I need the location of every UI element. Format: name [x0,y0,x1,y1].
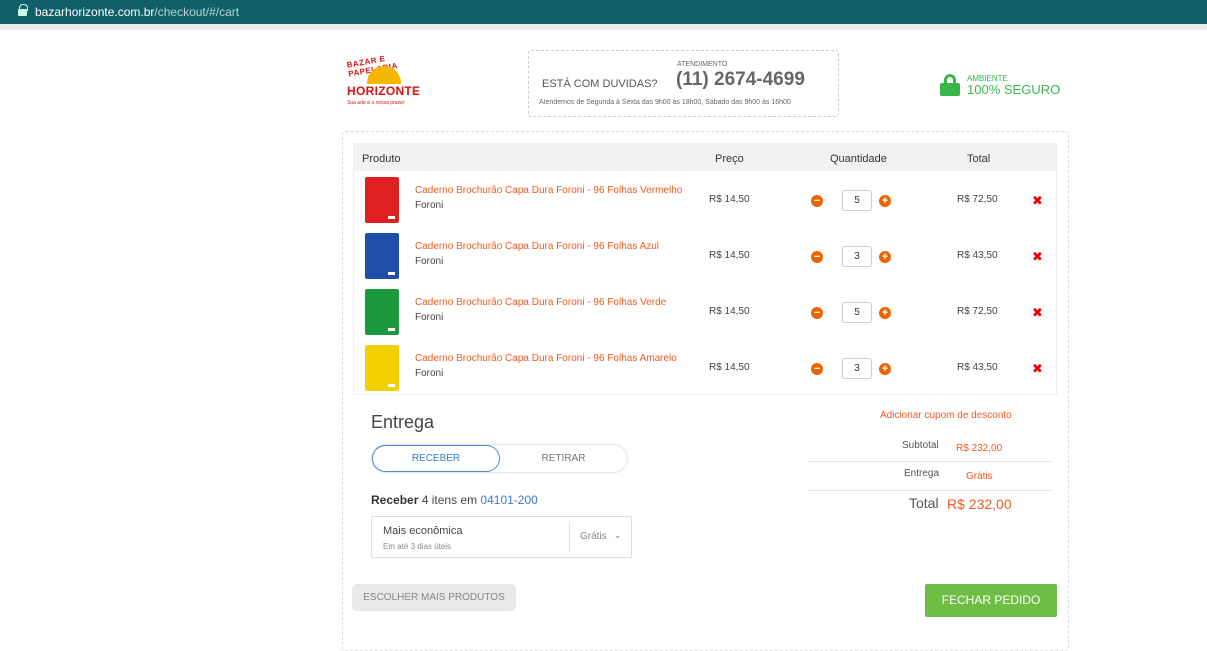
delivery-value: Grátis [966,471,993,482]
help-phone: (11) 2674-4699 [676,69,805,90]
row-total: R$ 72,50 [957,194,998,205]
quantity-input[interactable]: 3 [842,358,872,379]
logo-slogan: Sua arte é o nosso prazer [347,100,405,106]
store-logo[interactable]: BAZAR E PAPELARIA HORIZONTE Sua arte é o… [345,52,425,112]
minus-circle-icon[interactable]: − [811,363,823,375]
total-value: R$ 232,00 [947,496,1012,512]
product-name[interactable]: Caderno Brochurão Capa Dura Foroni - 96 … [415,185,682,196]
tab-receive[interactable]: RECEBER [372,445,500,472]
secure-line2: 100% SEGURO [967,82,1061,97]
plus-circle-icon[interactable]: + [879,363,891,375]
delivery-title: Entrega [371,412,435,432]
col-price: Preço [715,153,744,165]
more-products-button[interactable]: ESCOLHER MAIS PRODUTOS [352,584,516,611]
divider [569,523,570,552]
table-row: Caderno Brochurão Capa Dura Foroni - 96 … [354,171,1056,227]
plus-circle-icon[interactable]: + [879,307,891,319]
table-row: Caderno Brochurão Capa Dura Foroni - 96 … [354,227,1056,283]
remove-icon[interactable]: ✖ [1032,361,1043,377]
delivery-toggle: RECEBER RETIRAR [372,445,627,472]
address-bar[interactable]: bazarhorizonte.com.br/checkout/#/cart [0,0,1207,30]
lock-icon [18,3,28,17]
chevron-down-icon: ⌄ [614,530,622,540]
cart-table: Produto Preço Quantidade Total Caderno B… [353,143,1057,395]
product-price: R$ 14,50 [709,306,750,317]
remove-icon[interactable]: ✖ [1032,193,1043,209]
quantity-input[interactable]: 5 [842,190,872,211]
col-total: Total [967,153,991,165]
minus-circle-icon[interactable]: − [811,195,823,207]
help-hours: Atendemos de Segunda à Sexta das 9h00 às… [539,99,791,106]
product-price: R$ 14,50 [709,362,750,373]
row-total: R$ 43,50 [957,362,998,373]
divider [808,490,1053,491]
subtotal-value: R$ 232,00 [956,443,1003,454]
delivery-label: Entrega [904,468,940,479]
product-image[interactable] [365,177,399,223]
remove-icon[interactable]: ✖ [1032,249,1043,265]
col-product: Produto [362,153,401,165]
product-price: R$ 14,50 [709,194,750,205]
remove-icon[interactable]: ✖ [1032,305,1043,321]
product-name[interactable]: Caderno Brochurão Capa Dura Foroni - 96 … [415,241,659,252]
divider [808,461,1053,462]
url-host: bazarhorizonte.com.br [35,5,155,19]
minus-circle-icon[interactable]: − [811,251,823,263]
shipping-option-select[interactable]: Mais econômica Em até 3 dias úteis Gráti… [371,516,632,558]
shipping-option-name: Mais econômica [383,525,463,537]
url-path: /checkout/#/cart [154,5,240,19]
help-question: ESTÁ COM DUVIDAS? [542,78,658,90]
product-brand: Foroni [415,200,444,211]
checkout-button[interactable]: FECHAR PEDIDO [925,584,1057,617]
coupon-link[interactable]: Adicionar cupom de desconto [880,410,1012,421]
product-brand: Foroni [415,256,444,267]
quantity-input[interactable]: 5 [842,302,872,323]
secure-badge: AMBIENTE 100% SEGURO [940,74,1060,96]
product-brand: Foroni [415,312,444,323]
table-row: Caderno Brochurão Capa Dura Foroni - 96 … [354,339,1056,395]
col-quantity: Quantidade [830,153,887,165]
row-total: R$ 72,50 [957,306,998,317]
product-image[interactable] [365,233,399,279]
product-image[interactable] [365,289,399,335]
product-name[interactable]: Caderno Brochurão Capa Dura Foroni - 96 … [415,353,677,364]
plus-circle-icon[interactable]: + [879,251,891,263]
cart-header: Produto Preço Quantidade Total [354,144,1056,171]
table-row: Caderno Brochurão Capa Dura Foroni - 96 … [354,283,1056,339]
product-image[interactable] [365,345,399,391]
shipping-option-price: Grátis [580,531,607,542]
receive-text: 4 itens em [421,493,478,507]
plus-circle-icon[interactable]: + [879,195,891,207]
tab-pickup[interactable]: RETIRAR [500,445,627,472]
quantity-input[interactable]: 3 [842,246,872,267]
padlock-icon [940,74,960,96]
product-brand: Foroni [415,368,444,379]
receive-label: Receber [371,493,419,507]
product-price: R$ 14,50 [709,250,750,261]
cep-link[interactable]: 04101-200 [480,493,537,507]
total-label: Total [909,495,939,511]
product-name[interactable]: Caderno Brochurão Capa Dura Foroni - 96 … [415,297,666,308]
help-label: ATENDIMENTO [677,61,728,68]
row-total: R$ 43,50 [957,250,998,261]
subtotal-label: Subtotal [902,440,939,451]
shipping-option-days: Em até 3 dias úteis [383,542,452,551]
delivery-destination: Receber 4 itens em 04101-200 [371,493,538,507]
minus-circle-icon[interactable]: − [811,307,823,319]
logo-brand: HORIZONTE [347,84,421,98]
help-box: ESTÁ COM DUVIDAS? ATENDIMENTO (11) 2674-… [528,50,839,117]
